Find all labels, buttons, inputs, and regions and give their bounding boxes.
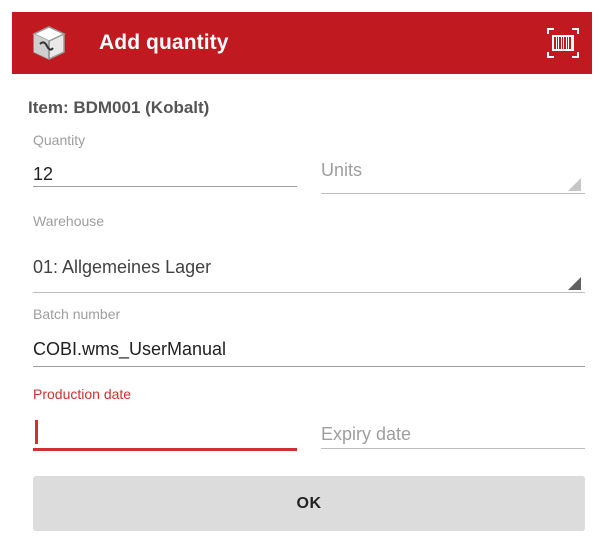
- production-date-label: Production date: [33, 386, 132, 402]
- warehouse-label: Warehouse: [33, 213, 105, 229]
- box-icon: [32, 26, 66, 60]
- production-date-input[interactable]: [33, 420, 297, 446]
- unit-spinner[interactable]: Units: [321, 160, 362, 181]
- warehouse-dropdown-arrow-icon: [568, 277, 581, 290]
- unit-underline: [321, 193, 585, 194]
- warehouse-underline: [33, 292, 585, 293]
- screen-title: Add quantity: [99, 31, 229, 54]
- production-date-underline: [33, 448, 297, 451]
- batch-number-underline: [33, 366, 585, 367]
- warehouse-spinner[interactable]: 01: Allgemeines Lager: [33, 257, 211, 278]
- quantity-underline: [33, 186, 297, 187]
- batch-number-input[interactable]: COBI.wms_UserManual: [33, 339, 226, 360]
- text-cursor: [35, 420, 38, 444]
- unit-dropdown-arrow-icon: [568, 178, 581, 191]
- quantity-label: Quantity: [33, 132, 86, 148]
- batch-number-label: Batch number: [33, 306, 121, 322]
- quantity-input[interactable]: 12: [33, 164, 53, 185]
- barcode-scanner-icon[interactable]: [546, 26, 580, 60]
- expiry-date-underline: [321, 448, 585, 449]
- app-bar: Add quantity: [12, 12, 592, 74]
- item-label: Item: BDM001 (Kobalt): [28, 98, 210, 117]
- expiry-date-input[interactable]: Expiry date: [321, 424, 411, 445]
- ok-button[interactable]: OK: [33, 476, 585, 531]
